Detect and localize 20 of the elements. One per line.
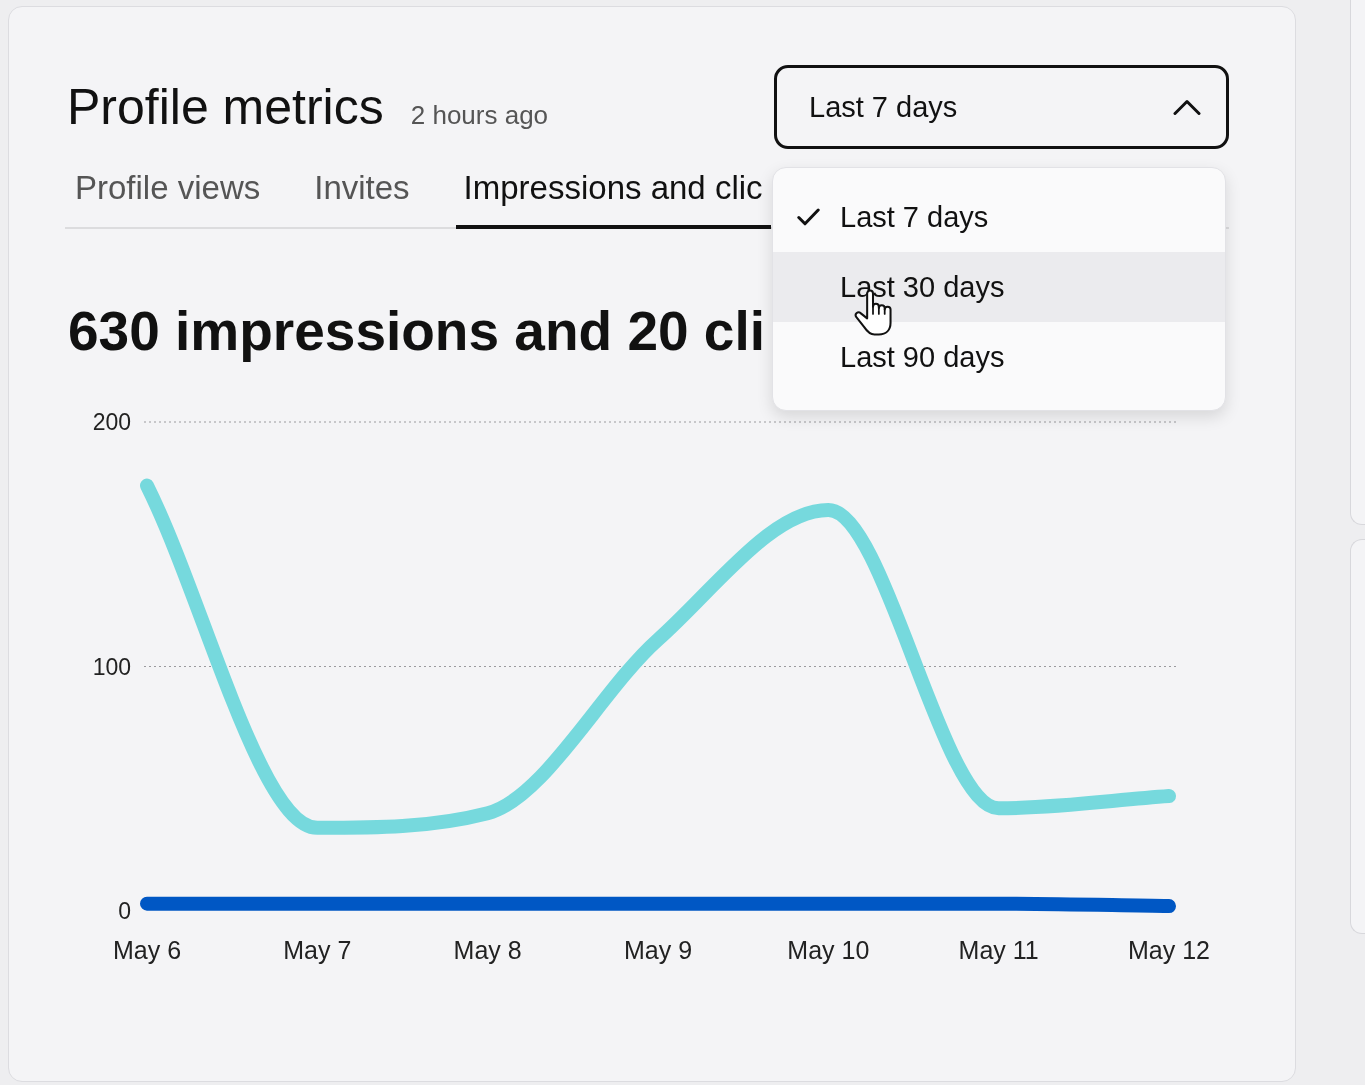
- date-range-dropdown[interactable]: Last 7 days: [774, 65, 1229, 149]
- summary-headline: 630 impressions and 20 cli: [68, 299, 765, 364]
- x-axis-label: May 8: [453, 936, 522, 964]
- y-axis-label: 200: [92, 409, 131, 436]
- x-axis-label: May 10: [787, 936, 870, 964]
- x-axis-label: May 12: [1128, 936, 1210, 964]
- x-axis-label: May 7: [283, 936, 352, 964]
- tab[interactable]: Profile views: [67, 169, 269, 229]
- tab[interactable]: Invites: [306, 169, 418, 229]
- chevron-up-icon: [1173, 99, 1201, 115]
- updated-time: 2 hours ago: [410, 100, 549, 131]
- x-axis-label: May 9: [623, 936, 693, 964]
- menu-option[interactable]: Last 7 days: [773, 182, 1225, 252]
- tab[interactable]: Impressions and clic: [455, 169, 771, 229]
- y-axis-label: 100: [92, 653, 131, 680]
- menu-option[interactable]: Last 90 days: [773, 322, 1225, 392]
- x-axis-label: May 6: [112, 936, 182, 964]
- x-axis-label: May 11: [958, 936, 1039, 964]
- y-axis-label: 0: [118, 898, 131, 925]
- card-title: Profile metrics: [67, 78, 384, 136]
